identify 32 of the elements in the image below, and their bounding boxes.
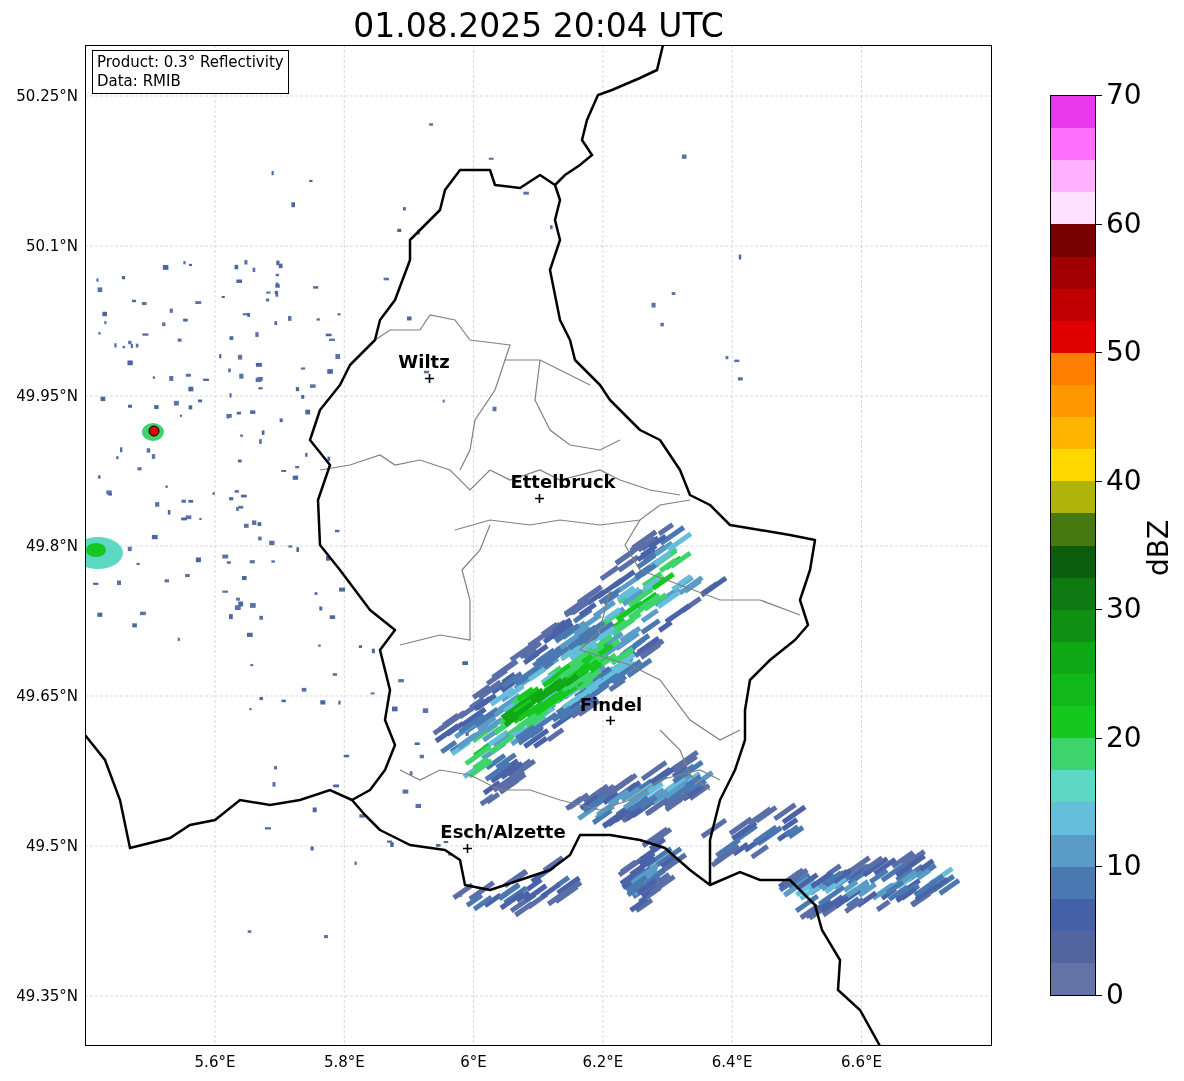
latitude-label: 49.8°N bbox=[25, 537, 78, 555]
city-label: Ettelbruck bbox=[510, 471, 616, 492]
info-text: Product: 0.3° Reflectivity bbox=[97, 53, 284, 72]
city-marker-icon bbox=[424, 373, 434, 383]
longitude-label: 6.6°E bbox=[841, 1053, 882, 1071]
latitude-label: 49.95°N bbox=[16, 387, 78, 405]
chart-title: 01.08.2025 20:04 UTC bbox=[352, 5, 725, 45]
colorbar-tick-label: 0 bbox=[1106, 981, 1124, 1009]
latitude-label: 49.65°N bbox=[16, 687, 78, 705]
info-text: Data: RMIB bbox=[97, 72, 182, 91]
longitude-label: 6.2°E bbox=[582, 1053, 624, 1071]
colorbar-tick-label: 20 bbox=[1106, 723, 1142, 752]
colorbar-title: dBZ bbox=[1141, 519, 1175, 577]
latitude-label: 50.25°N bbox=[16, 87, 78, 105]
city-label: Wiltz bbox=[398, 351, 450, 372]
colorbar-tick-label: 10 bbox=[1106, 852, 1142, 881]
longitude-label: 6.4°E bbox=[711, 1053, 753, 1071]
longitude-label: 6°E bbox=[460, 1053, 487, 1071]
latitude-label: 49.5°N bbox=[25, 837, 78, 855]
city-marker-icon bbox=[605, 715, 615, 725]
longitude-label: 5.8°E bbox=[323, 1053, 365, 1071]
colorbar-tick-label: 30 bbox=[1106, 595, 1142, 624]
colorbar-tick-label: 70 bbox=[1106, 81, 1142, 109]
colorbar-tick-label: 40 bbox=[1106, 466, 1142, 495]
city-label: Esch/Alzette bbox=[440, 821, 566, 842]
longitude-label: 5.6°E bbox=[194, 1053, 236, 1071]
colorbar-tick-label: 50 bbox=[1106, 338, 1142, 367]
latitude-label: 49.35°N bbox=[16, 987, 78, 1005]
city-marker-icon bbox=[534, 493, 544, 503]
city-marker-icon bbox=[462, 843, 472, 853]
colorbar-tick-label: 60 bbox=[1106, 209, 1142, 238]
latitude-label: 50.1°N bbox=[25, 237, 78, 255]
